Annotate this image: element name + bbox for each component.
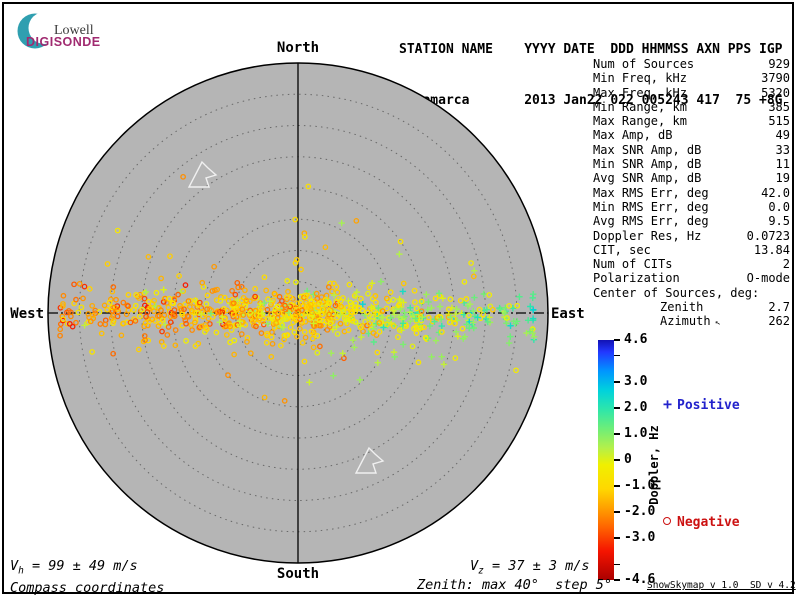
- stat-label: Avg SNR Amp, dB: [593, 171, 702, 186]
- stat-row: Min Range, km 385: [593, 100, 790, 114]
- stat-value: 2: [782, 257, 790, 272]
- stat-value: 49: [775, 128, 790, 143]
- colorbar-tick: [614, 511, 620, 513]
- stat-label: Min Range, km: [593, 99, 687, 114]
- plus-symbol-icon: +: [663, 395, 673, 413]
- stat-row: Center of Sources, deg:: [593, 286, 790, 300]
- stat-label: Min SNR Amp, dB: [593, 157, 702, 172]
- stat-value: 3790: [761, 71, 790, 86]
- stat-row: Max Amp, dB 49: [593, 128, 790, 142]
- colorbar-tick: [614, 579, 620, 581]
- colorbar-gradient: [598, 340, 614, 580]
- colorbar-tick-label: 0: [624, 452, 632, 467]
- measurement-stats: Num of Sources 929 Min Freq, kHz 3790 Max Fr…: [593, 57, 790, 331]
- stat-label: Max Range, km: [593, 114, 687, 129]
- colorbar-tick: [614, 459, 620, 461]
- stat-value: 13.84: [753, 242, 790, 257]
- stat-label: Polarization: [593, 271, 680, 286]
- stat-label: Min Freq, kHz: [593, 71, 687, 86]
- coordinate-system-label: Compass coordinates: [10, 580, 165, 596]
- colorbar-tick-label: 3.0: [624, 373, 648, 389]
- stat-row: Max Freq, kHz 5320: [593, 86, 790, 100]
- stat-label: Num of Sources: [593, 57, 695, 71]
- stat-value: 385: [768, 99, 790, 114]
- stat-label: Doppler Res, Hz: [593, 228, 702, 243]
- stat-value: 515: [768, 114, 790, 129]
- colorbar-tick: [614, 563, 620, 566]
- stat-value: 929: [768, 57, 790, 71]
- horizontal-velocity-readout: Vh = 99 ± 49 m/s: [10, 558, 138, 577]
- stat-value: O-mode: [746, 271, 790, 286]
- stat-label: CIT, sec: [593, 242, 651, 257]
- stat-label: Min RMS Err, deg: [593, 199, 709, 214]
- stat-row: CIT, sec 13.84: [593, 243, 790, 257]
- stat-value: 9.5: [768, 214, 790, 229]
- colorbar-tick: [614, 380, 620, 383]
- stat-value: 42.0: [761, 185, 790, 200]
- compass-label-north: North: [276, 40, 320, 56]
- stat-row: Polarization O-mode: [593, 271, 790, 285]
- stat-label: Max RMS Err, deg: [593, 185, 709, 200]
- stat-value: 0.0723: [746, 228, 790, 243]
- colorbar-tick: [614, 537, 620, 540]
- stat-row: Doppler Res, Hz 0.0723: [593, 229, 790, 243]
- colorbar-tick: [614, 407, 620, 409]
- version-stamp: ShowSkymap v 1.0 SD v 4.2: [647, 580, 796, 591]
- colorbar-tick: [614, 339, 620, 341]
- zenith-grid-label: Zenith: max 40° step 5°: [417, 577, 613, 593]
- colorbar-axis-label: Doppler, Hz: [647, 425, 661, 505]
- stat-label: Zenith: [660, 300, 704, 315]
- compass-label-west: West: [10, 306, 44, 322]
- stat-row: Max SNR Amp, dB 33: [593, 143, 790, 157]
- stat-row: Azimuth ↖ 262: [593, 314, 790, 330]
- stat-row: Max RMS Err, deg 42.0: [593, 186, 790, 200]
- legend-negative-label: Negative: [677, 515, 740, 530]
- stat-label: Center of Sources, deg:: [593, 285, 760, 300]
- vertical-velocity-readout: Vz = 37 ± 3 m/s: [470, 558, 590, 577]
- stat-value: 2.7: [768, 300, 790, 315]
- stat-row: Zenith 2.7: [593, 300, 790, 314]
- doppler-colorbar: 4.6 3.0 2.0 1.0 0 -1.0 -2.0 -3.0 -4.6: [598, 333, 655, 587]
- showskymap-window: { "logo": { "line1": "Lowell", "line2": …: [0, 0, 800, 600]
- stat-row: Avg SNR Amp, dB 19: [593, 171, 790, 185]
- stat-row: Num of Sources 929: [593, 57, 790, 71]
- legend-positive-label: Positive: [677, 398, 740, 413]
- compass-label-south: South: [276, 566, 320, 582]
- colorbar-tick-label: 2.0: [624, 399, 648, 415]
- stat-label: Avg RMS Err, deg: [593, 214, 709, 229]
- stat-value: 5320: [761, 85, 790, 100]
- stat-label: Num of CITs: [593, 257, 673, 272]
- stat-value: 11: [775, 157, 790, 172]
- stat-value: 19: [775, 171, 790, 186]
- stat-label: Max SNR Amp, dB: [593, 142, 702, 157]
- legend-negative: Negative: [663, 515, 740, 530]
- stat-row: Num of CITs 2: [593, 257, 790, 271]
- colorbar-tick-label: 4.6: [624, 332, 648, 347]
- stat-row: Avg RMS Err, deg 9.5: [593, 214, 790, 228]
- stat-row: Min Freq, kHz 3790: [593, 71, 790, 85]
- stat-label: Azimuth ↖: [593, 314, 721, 330]
- stat-value: 262: [768, 314, 790, 329]
- circle-symbol-icon: [663, 517, 671, 525]
- legend-positive: + Positive: [663, 395, 740, 413]
- colorbar-tick-label: 1.0: [624, 425, 648, 441]
- colorbar-tick: [614, 433, 620, 435]
- azimuth-direction-arrow-icon: ↖: [713, 317, 721, 329]
- stat-label: Max Amp, dB: [593, 128, 673, 143]
- stat-value: 0.0: [768, 199, 790, 214]
- stat-label: Max Freq, kHz: [593, 85, 687, 100]
- stat-row: Min RMS Err, deg 0.0: [593, 200, 790, 214]
- stat-row: Min SNR Amp, dB 11: [593, 157, 790, 171]
- colorbar-tick: [614, 354, 620, 357]
- colorbar-tick: [614, 485, 620, 487]
- stat-value: 33: [775, 142, 790, 157]
- stat-row: Max Range, km 515: [593, 114, 790, 128]
